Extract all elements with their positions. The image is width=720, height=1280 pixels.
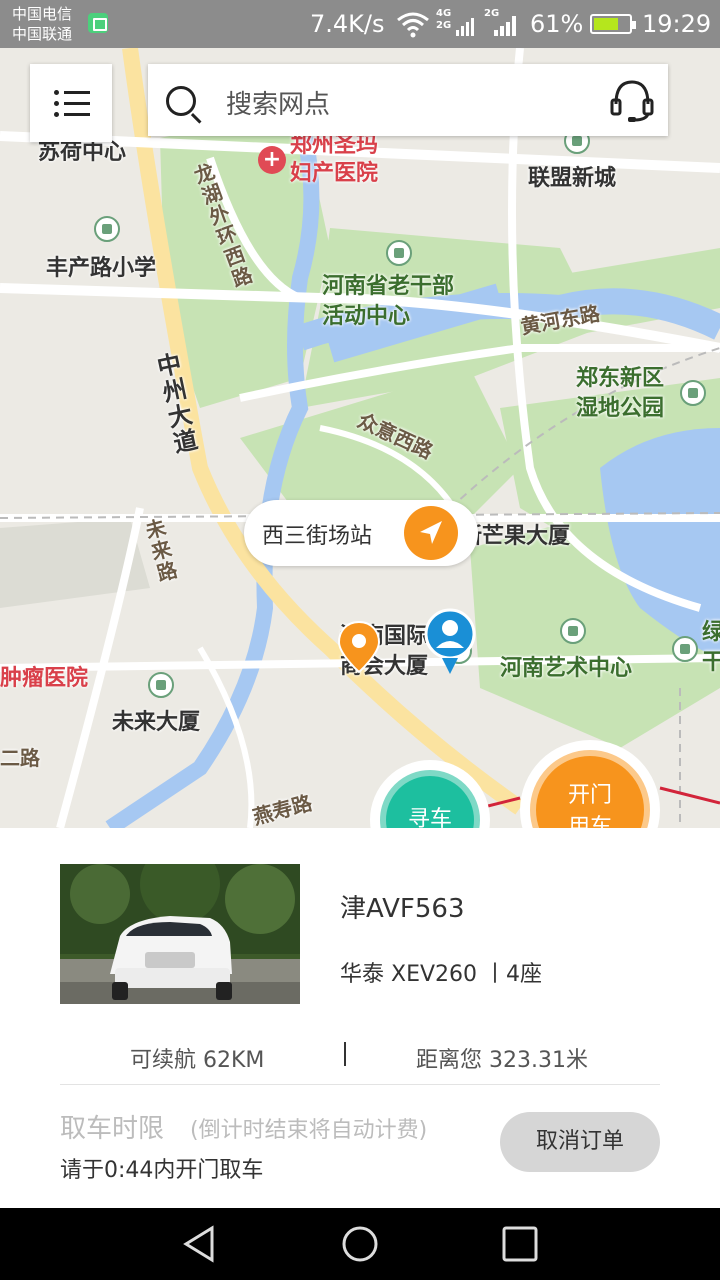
status-bar: 中国电信 中国联通 7.4K/s 4G 2G 2G 61% 19:29 (0, 0, 720, 48)
recents-icon[interactable] (500, 1224, 540, 1264)
signal-label-4g: 4G (436, 8, 452, 19)
signal-label-2g-a: 2G (436, 20, 452, 31)
building-poi-icon (672, 636, 698, 662)
map-label-zhengdong: 郑东新区 湿地公园 (576, 366, 665, 421)
network-speed: 7.4K/s (310, 10, 385, 38)
map-label-partial-road: 二路 (0, 746, 40, 770)
carrier-1: 中国电信 (12, 5, 73, 23)
menu-button[interactable] (30, 64, 112, 142)
building-poi-icon (148, 672, 174, 698)
back-icon[interactable] (180, 1224, 220, 1264)
map-label-laoganbu: 河南省老干部 活动中心 (322, 274, 455, 329)
map-label-tumor: 肿瘤医院 (0, 666, 89, 691)
pickup-limit-note: (倒计时结束将自动计费) (190, 1118, 428, 1143)
search-icon (166, 86, 196, 116)
customer-service-icon[interactable] (610, 78, 654, 122)
building-poi-icon (560, 618, 586, 644)
station-pin-icon[interactable] (336, 620, 382, 674)
navigate-icon[interactable] (404, 506, 458, 560)
search-input[interactable]: 搜索网点 (226, 84, 330, 121)
car-model: 华泰 XEV260 丨4座 (340, 962, 542, 987)
battery-percent: 61% (530, 10, 584, 38)
car-distance: 距离您 323.31米 (416, 1048, 588, 1073)
cancel-order-button[interactable]: 取消订单 (500, 1112, 660, 1172)
system-nav-bar (0, 1208, 720, 1280)
park-poi-icon (680, 380, 706, 406)
battery-charging-icon (590, 14, 636, 34)
map-view[interactable]: 苏荷中心 + 郑州圣玛 妇产医院 联盟新城 丰产路小学 龙湖外环西路 河南省老干… (0, 48, 720, 828)
pickup-countdown: 请于0:44内开门取车 (60, 1158, 264, 1183)
search-bar[interactable]: 搜索网点 (148, 64, 668, 136)
map-label-right-partial: 绿 干 (702, 620, 720, 675)
user-location-icon (424, 608, 476, 674)
home-icon[interactable] (340, 1224, 380, 1264)
notification-app-icon (88, 13, 108, 33)
car-photo (60, 864, 300, 1004)
clock: 19:29 (642, 10, 712, 38)
signal-icon-1: 4G 2G (436, 8, 476, 38)
signal-icon-2: 2G (484, 8, 524, 38)
pickup-limit-title: 取车时限 (60, 1114, 165, 1144)
car-plate: 津AVF563 (340, 894, 465, 924)
map-label-fengchan: 丰产路小学 (46, 256, 157, 281)
order-card: 津AVF563 华泰 XEV260 丨4座 可续航 62KM 距离您 323.3… (0, 828, 720, 1208)
wifi-icon (397, 12, 429, 38)
station-name: 西三街场站 (262, 524, 373, 549)
map-label-hospital: 郑州圣玛 妇产医院 (290, 133, 379, 186)
map-label-weilai-building: 未来大厦 (112, 710, 201, 735)
divider (344, 1042, 346, 1066)
divider (60, 1084, 660, 1085)
carrier-names: 中国电信 中国联通 (12, 4, 72, 44)
map-label-lianmeng: 联盟新城 (528, 166, 617, 191)
carrier-2: 中国联通 (12, 25, 73, 43)
hospital-icon: + (258, 146, 286, 174)
station-callout[interactable]: 西三街场站 (244, 500, 478, 566)
school-poi-icon (94, 216, 120, 242)
map-label-art-center: 河南艺术中心 (500, 656, 633, 681)
car-range: 可续航 62KM (130, 1048, 265, 1073)
building-poi-icon (386, 240, 412, 266)
